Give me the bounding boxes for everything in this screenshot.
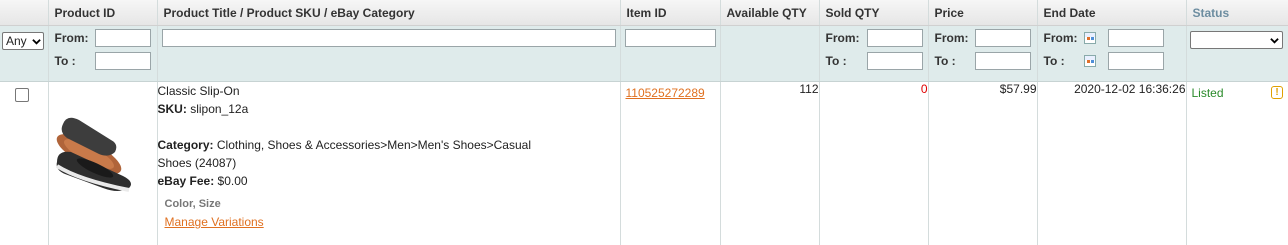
title-filter-input[interactable] <box>162 29 616 47</box>
filter-select-cell: Any <box>0 26 48 82</box>
status-select[interactable] <box>1190 31 1283 49</box>
table-header: Product ID Product Title / Product SKU /… <box>0 0 1288 26</box>
sold-qty-to-input[interactable] <box>867 52 923 70</box>
product-id-to-input[interactable] <box>95 52 151 70</box>
product-info-cell: Classic Slip-On SKU: slipon_12a Category… <box>157 82 620 245</box>
sold-qty-cell: 0 <box>819 82 928 245</box>
category-line: Category: Clothing, Shoes & Accessories>… <box>158 136 620 154</box>
filter-product-id: From: To : <box>48 26 157 82</box>
filter-status <box>1186 26 1288 82</box>
sku-line: SKU: slipon_12a <box>158 100 620 118</box>
variation-attributes: Color, Size <box>165 195 620 213</box>
status-cell: Listed ! <box>1186 82 1288 245</box>
from-label: From: <box>929 31 975 45</box>
header-available-qty[interactable]: Available QTY <box>720 0 819 26</box>
calendar-icon[interactable] <box>1084 32 1096 44</box>
end-date-to-input[interactable] <box>1108 52 1164 70</box>
sold-qty-from-input[interactable] <box>867 29 923 47</box>
filter-end-date: From: To : <box>1037 26 1186 82</box>
end-date-cell: 2020-12-02 16:36:26 <box>1037 82 1186 245</box>
sku-label: SKU: <box>158 102 187 116</box>
calendar-icon[interactable] <box>1084 55 1096 67</box>
chevron-down-icon <box>32 37 41 46</box>
from-label: From: <box>49 31 95 45</box>
product-image-cell <box>48 82 157 245</box>
row-checkbox[interactable] <box>15 88 29 102</box>
filter-item-id <box>620 26 720 82</box>
price-from-input[interactable] <box>975 29 1031 47</box>
category-value-line2: Shoes (24087) <box>158 154 620 172</box>
to-label: To : <box>1038 54 1084 68</box>
header-status[interactable]: Status <box>1186 0 1288 26</box>
item-id-cell: 110525272289 <box>620 82 720 245</box>
product-id-from-input[interactable] <box>95 29 151 47</box>
filter-available-qty <box>720 26 819 82</box>
price-cell: $57.99 <box>928 82 1037 245</box>
filter-title <box>157 26 620 82</box>
header-title[interactable]: Product Title / Product SKU / eBay Categ… <box>157 0 620 26</box>
sku-value: slipon_12a <box>190 102 248 116</box>
row-select-cell <box>0 82 48 245</box>
item-id-link[interactable]: 110525272289 <box>626 86 705 100</box>
product-thumbnail[interactable] <box>49 84 153 194</box>
from-label: From: <box>820 31 866 45</box>
fee-value: $0.00 <box>218 174 248 188</box>
fee-label: eBay Fee: <box>158 174 215 188</box>
from-label: From: <box>1038 31 1084 45</box>
to-label: To : <box>49 54 95 68</box>
status-listed: Listed <box>1192 86 1224 100</box>
listings-table: Product ID Product Title / Product SKU /… <box>0 0 1288 245</box>
any-select-value: Any <box>6 34 27 48</box>
category-value-line1: Clothing, Shoes & Accessories>Men>Men's … <box>217 138 531 152</box>
header-end-date[interactable]: End Date <box>1037 0 1186 26</box>
filter-price: From: To : <box>928 26 1037 82</box>
end-date-from-input[interactable] <box>1108 29 1164 47</box>
chevron-down-icon <box>1270 36 1279 45</box>
warning-icon[interactable]: ! <box>1271 86 1283 99</box>
filter-row: Any From: To : From: To : From: To : Fro… <box>0 26 1288 82</box>
any-select[interactable]: Any <box>2 32 44 50</box>
table-row: Classic Slip-On SKU: slipon_12a Category… <box>0 82 1288 245</box>
filter-sold-qty: From: To : <box>819 26 928 82</box>
manage-variations-link[interactable]: Manage Variations <box>165 213 620 231</box>
category-label: Category: <box>158 138 214 152</box>
to-label: To : <box>820 54 866 68</box>
to-label: To : <box>929 54 975 68</box>
price-to-input[interactable] <box>975 52 1031 70</box>
item-id-filter-input[interactable] <box>625 29 716 47</box>
header-item-id[interactable]: Item ID <box>620 0 720 26</box>
available-qty-cell: 112 <box>720 82 819 245</box>
header-select <box>0 0 48 26</box>
header-product-id[interactable]: Product ID <box>48 0 157 26</box>
product-title: Classic Slip-On <box>158 82 620 100</box>
fee-line: eBay Fee: $0.00 <box>158 172 620 190</box>
header-price[interactable]: Price <box>928 0 1037 26</box>
header-sold-qty[interactable]: Sold QTY <box>819 0 928 26</box>
